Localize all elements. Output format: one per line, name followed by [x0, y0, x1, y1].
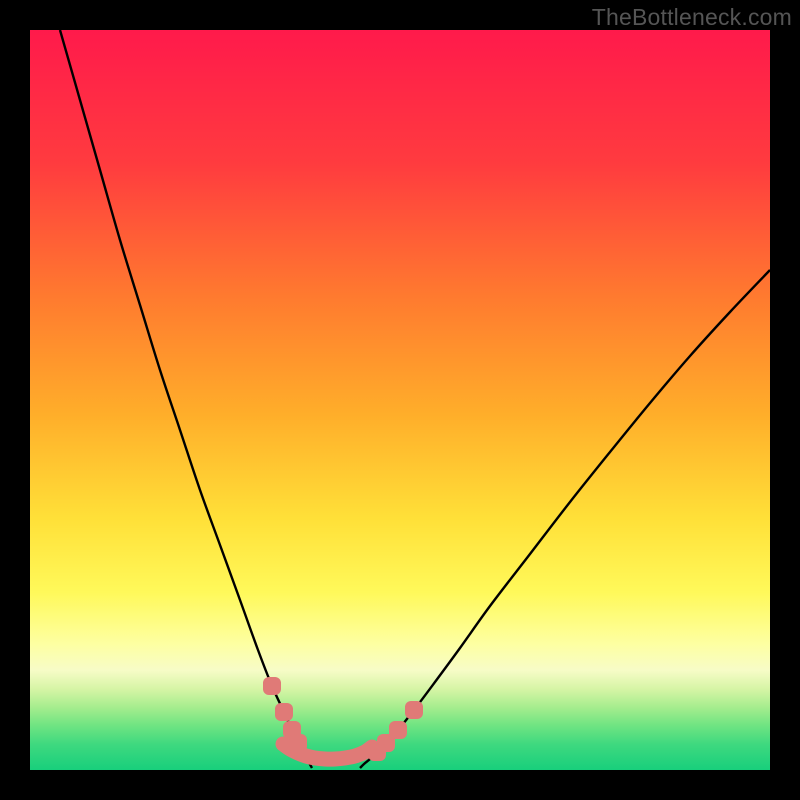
right-curve [360, 270, 770, 768]
plot-area [30, 30, 770, 770]
curve-marker [263, 677, 281, 695]
curve-marker [289, 734, 307, 752]
right-curve-markers [368, 701, 423, 761]
chart-frame: TheBottleneck.com [0, 0, 800, 800]
curves-layer [30, 30, 770, 770]
curve-marker [368, 743, 386, 761]
curve-marker [405, 701, 423, 719]
curve-marker [275, 703, 293, 721]
left-curve [60, 30, 312, 768]
watermark-text: TheBottleneck.com [592, 4, 792, 31]
